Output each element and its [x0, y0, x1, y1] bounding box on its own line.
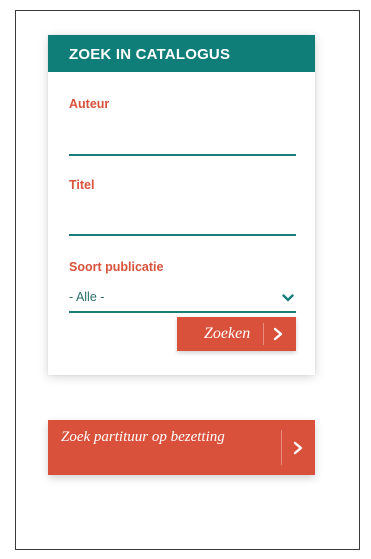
author-label: Auteur: [69, 97, 110, 111]
score-search-label: Zoek partituur op bezetting: [61, 429, 225, 445]
title-label: Titel: [69, 178, 95, 192]
search-button[interactable]: Zoeken: [177, 317, 296, 351]
chevron-right-icon: [293, 441, 303, 455]
publication-type-selected: - Alle -: [69, 290, 105, 304]
publication-type-select[interactable]: - Alle -: [69, 284, 296, 313]
chevron-down-icon: [282, 294, 294, 302]
search-button-divider: [263, 323, 264, 345]
publication-type-label: Soort publicatie: [69, 260, 164, 274]
score-search-divider: [281, 430, 282, 465]
chevron-right-icon: [273, 327, 283, 341]
score-search-button[interactable]: Zoek partituur op bezetting: [48, 420, 315, 475]
search-button-label: Zoeken: [204, 325, 251, 342]
catalog-search-title: ZOEK IN CATALOGUS: [48, 35, 315, 72]
author-input[interactable]: [69, 132, 296, 156]
title-input[interactable]: [69, 212, 296, 236]
